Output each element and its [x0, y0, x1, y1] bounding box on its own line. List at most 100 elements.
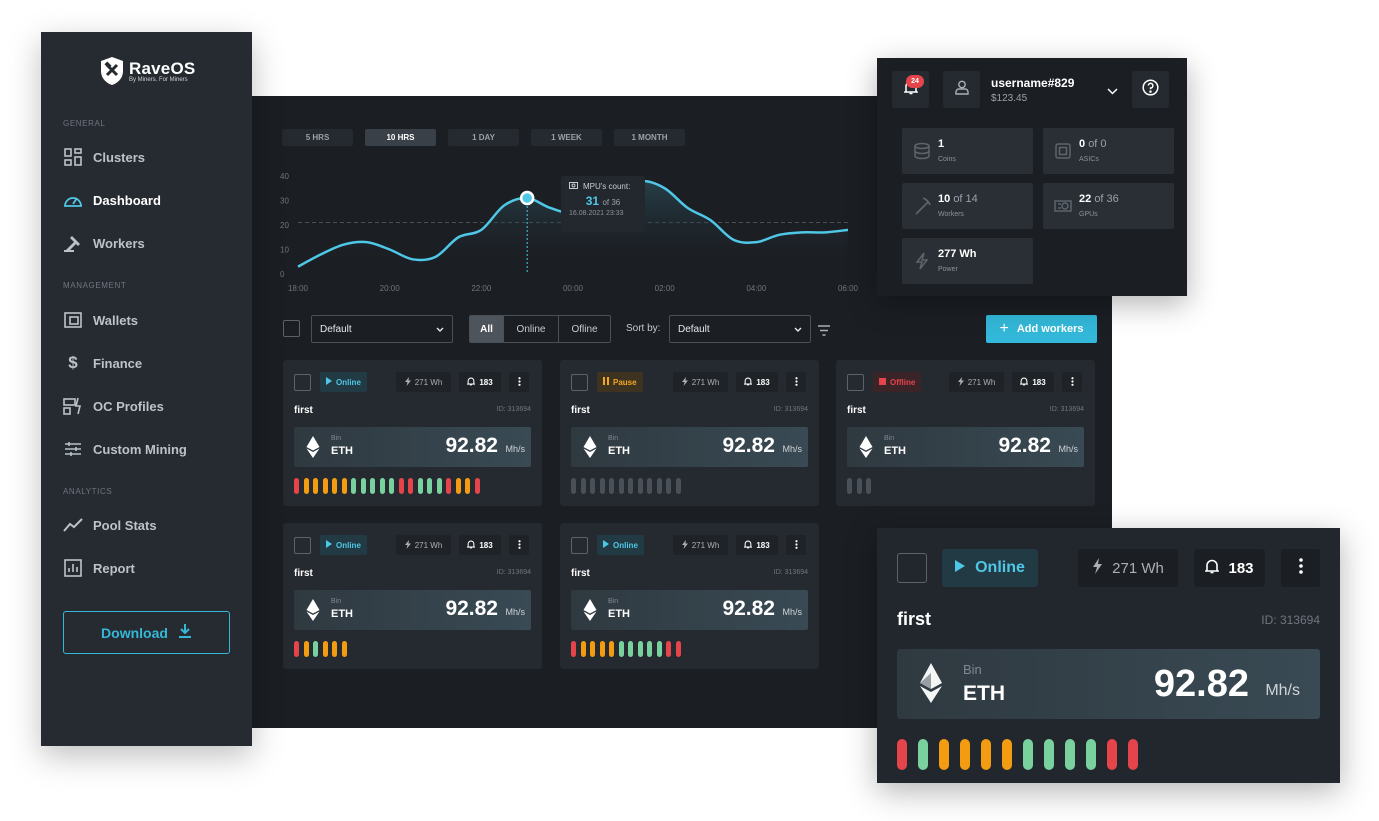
user-menu[interactable]: username#829 $123.45: [943, 71, 1132, 108]
download-label: Download: [101, 624, 168, 641]
sidebar-item-custom-mining[interactable]: Custom Mining: [63, 437, 187, 461]
select-all-checkbox[interactable]: [283, 320, 300, 337]
alerts-pill[interactable]: 183: [459, 535, 501, 555]
alerts-pill[interactable]: 183: [1194, 549, 1265, 587]
sidebar-item-wallets[interactable]: Wallets: [63, 308, 138, 332]
more-button[interactable]: [1281, 549, 1320, 587]
stat-of: of 14: [953, 193, 978, 205]
coin-name: ETH: [884, 445, 906, 457]
status-badge[interactable]: Pause: [597, 372, 643, 392]
hashrate-panel: Bin ETH 92.82 Mh/s: [294, 427, 531, 467]
filter-all[interactable]: All: [470, 316, 504, 342]
filter-icon[interactable]: [817, 323, 831, 341]
sort-select[interactable]: Default: [669, 315, 811, 343]
sidebar-item-finance[interactable]: $ Finance: [63, 351, 142, 375]
hashrate-value: 92.82: [998, 434, 1051, 457]
gpu-status-bar: [918, 739, 928, 770]
sidebar-item-clusters[interactable]: Clusters: [63, 145, 145, 169]
y-tick-label: 0: [280, 270, 285, 279]
filter-online[interactable]: Online: [504, 316, 559, 342]
stat-coins[interactable]: 1 Coins: [902, 128, 1033, 174]
power-pill[interactable]: 271 Wh: [396, 372, 451, 392]
worker-checkbox[interactable]: [294, 537, 311, 554]
worker-card[interactable]: Online 271 Wh 183 first ID: 313694 Bin ETH 92.8…: [283, 360, 542, 506]
sidebar-item-report[interactable]: Report: [63, 556, 135, 580]
gpu-status-bar: [455, 478, 461, 494]
sidebar-item-workers[interactable]: Workers: [63, 231, 145, 255]
more-button[interactable]: [509, 535, 529, 555]
alerts-pill[interactable]: 183: [1012, 372, 1054, 392]
status-badge[interactable]: Online: [942, 549, 1038, 587]
gpu-status-bar: [322, 478, 328, 494]
power-pill[interactable]: 271 Wh: [673, 372, 728, 392]
stat-workers[interactable]: 10 of 14 Workers: [902, 183, 1033, 229]
download-button[interactable]: Download: [63, 611, 230, 654]
lightning-icon: [957, 376, 964, 388]
stat-of: of 0: [1088, 138, 1107, 150]
sidebar-item-dashboard[interactable]: Dashboard: [63, 188, 161, 212]
sidebar-item-oc-profiles[interactable]: OC Profiles: [63, 394, 164, 418]
stat-gpus[interactable]: 22 of 36 GPUs: [1043, 183, 1174, 229]
status-badge[interactable]: Online: [320, 535, 367, 555]
worker-id: ID: 313694: [773, 406, 808, 413]
filter-offline[interactable]: Ofline: [559, 316, 610, 342]
worker-checkbox[interactable]: [847, 374, 864, 391]
stat-asics[interactable]: 0 of 0 ASICs: [1043, 128, 1174, 174]
tab-5-hrs[interactable]: 5 HRS: [282, 129, 353, 146]
sort-select-value: Default: [678, 323, 710, 335]
bell-icon: [1019, 377, 1029, 388]
power-value: 271 Wh: [414, 540, 443, 550]
worker-card[interactable]: Pause 271 Wh 183 first ID: 313694 Bin ETH 92.82…: [560, 360, 819, 506]
power-value: 271 Wh: [691, 540, 720, 550]
worker-checkbox[interactable]: [571, 537, 588, 554]
worker-card[interactable]: Offline 271 Wh 183 first ID: 313694 Bin ETH 92.…: [836, 360, 1095, 506]
worker-card-expanded[interactable]: Online 271 Wh 183 first ID: 313694 Bin E…: [877, 528, 1340, 783]
worker-checkbox[interactable]: [294, 374, 311, 391]
gpu-status-bar: [656, 641, 662, 657]
ethereum-icon: [920, 663, 942, 703]
x-tick-label: 02:00: [655, 284, 676, 293]
worker-name: first: [294, 568, 313, 579]
status-badge[interactable]: Offline: [873, 372, 922, 392]
stat-value: 0: [1079, 138, 1086, 150]
more-vertical-icon: [517, 539, 521, 551]
group-select[interactable]: Default: [311, 315, 453, 343]
power-pill[interactable]: 271 Wh: [673, 535, 728, 555]
sidebar-item-pool-stats[interactable]: Pool Stats: [63, 513, 157, 537]
user-panel: 24 username#829 $123.45 1 Coins 0 of 0 A…: [877, 58, 1187, 296]
tab-1-month[interactable]: 1 MONTH: [614, 129, 685, 146]
alerts-pill[interactable]: 183: [736, 372, 778, 392]
stat-label: Coins: [938, 156, 956, 163]
more-button[interactable]: [509, 372, 529, 392]
worker-card[interactable]: Online 271 Wh 183 first ID: 313694 Bin ETH 92.8…: [560, 523, 819, 669]
gpu-status-bar: [609, 641, 614, 657]
help-button[interactable]: [1132, 71, 1169, 108]
gpu-status-bar: [571, 478, 576, 494]
coin-name: ETH: [331, 445, 353, 457]
chevron-down-icon: [1107, 82, 1118, 100]
status-badge[interactable]: Online: [597, 535, 644, 555]
add-workers-button[interactable]: + Add workers: [986, 315, 1097, 343]
more-button[interactable]: [1062, 372, 1082, 392]
worker-checkbox[interactable]: [571, 374, 588, 391]
power-pill[interactable]: 271 Wh: [1078, 549, 1178, 587]
tab-1-week[interactable]: 1 WEEK: [531, 129, 602, 146]
stat-power[interactable]: 277 Wh Power: [902, 238, 1033, 284]
user-balance: $123.45: [991, 93, 1028, 104]
coin-name: ETH: [608, 608, 630, 620]
status-badge[interactable]: Online: [320, 372, 367, 392]
brand-logo[interactable]: RaveOS By Miners. For Miners: [99, 56, 195, 86]
worker-checkbox[interactable]: [897, 553, 927, 583]
power-pill[interactable]: 271 Wh: [949, 372, 1004, 392]
alerts-pill[interactable]: 183: [459, 372, 501, 392]
gpu-status-bar: [313, 478, 318, 494]
tab-10-hrs[interactable]: 10 HRS: [365, 129, 436, 146]
alerts-pill[interactable]: 183: [736, 535, 778, 555]
gpu-status-bar: [1107, 739, 1117, 770]
tab-1-day[interactable]: 1 DAY: [448, 129, 519, 146]
hashrate-value: 92.82: [1153, 663, 1249, 705]
more-button[interactable]: [786, 372, 806, 392]
more-button[interactable]: [786, 535, 806, 555]
power-pill[interactable]: 271 Wh: [396, 535, 451, 555]
worker-card[interactable]: Online 271 Wh 183 first ID: 313694 Bin ETH 92.8…: [283, 523, 542, 669]
